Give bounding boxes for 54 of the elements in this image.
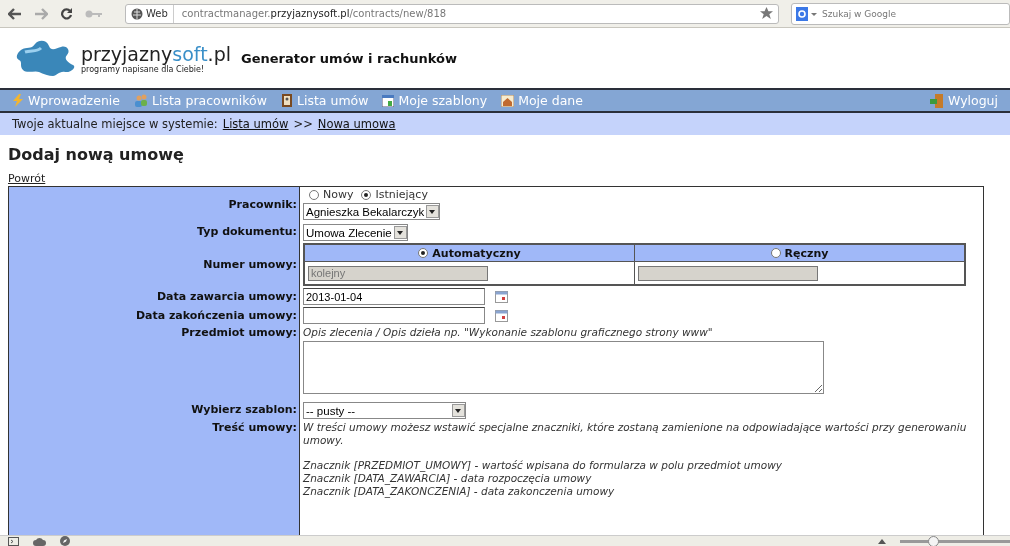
url-text: contractmanager.przyjaznysoft.pl/contracts/new/818 [181, 8, 448, 19]
page-title: Dodaj nową umowę [8, 145, 184, 164]
field-label: Wybierz szablon: [191, 403, 297, 416]
radio-label[interactable]: Istniejący [375, 188, 428, 201]
breadcrumb-label: Twoje aktualne miejsce w systemie: [12, 117, 218, 131]
subject-hint: Opis zlecenia / Opis dzieła np. "Wykonanie szablonu graficznego strony www" [303, 326, 714, 339]
people-icon [133, 94, 148, 107]
content-help-text: W treści umowy możesz wstawić specjalne znaczniki, które zostaną zamienione na odpowiadające wartości przy generowaniu umowy. [303, 421, 968, 447]
globe-icon [131, 7, 143, 20]
table-icon [382, 94, 395, 107]
field-label: Typ dokumentu: [197, 225, 297, 238]
subject-textarea[interactable] [303, 341, 824, 394]
document-type-select[interactable]: Umowa Zlecenie [303, 224, 408, 241]
reload-icon[interactable] [60, 7, 73, 20]
address-bar[interactable]: Web contractmanager.przyjaznysoft.pl/contracts/new/818 [125, 3, 779, 24]
placeholder-tag-description: Znacznik [DATA_ZAKONCZENIA] - data zakonczenia umowy [303, 485, 616, 498]
search-engine-icon[interactable] [796, 6, 818, 21]
placeholder-tag-description: Znacznik [DATA_ZAWARCIA] - data rozpoczęcia umowy [303, 472, 593, 485]
lightning-icon [12, 94, 24, 107]
field-label: Pracownik: [228, 197, 297, 211]
site-chip[interactable]: Web [126, 4, 174, 23]
date-field[interactable]: 2013-01-04 [303, 288, 485, 305]
console-icon[interactable] [8, 536, 19, 546]
up-arrow-icon[interactable] [878, 538, 886, 544]
logo-tagline: programy napisane dla Ciebie! [81, 64, 206, 74]
date-field[interactable] [303, 307, 485, 324]
calendar-icon[interactable] [495, 309, 508, 322]
door-icon [930, 93, 944, 108]
template-select[interactable]: -- pusty -- [303, 402, 466, 419]
search-field[interactable]: Szukaj w Google [791, 2, 1010, 25]
field-label: Treść umowy: [212, 421, 297, 434]
address-book-icon [281, 94, 293, 107]
house-icon [501, 94, 515, 107]
back-icon[interactable] [8, 7, 22, 20]
cloud-icon[interactable] [33, 536, 46, 546]
logo-name: przyjaznysoft.pl [81, 42, 231, 65]
back-link[interactable]: Powrót [8, 172, 46, 185]
field-label: Przedmiot umowy: [181, 326, 297, 339]
field-label: Data zakończenia umowy: [135, 309, 297, 322]
radio-label[interactable]: Nowy [323, 188, 354, 201]
radio-button[interactable] [361, 189, 372, 200]
compass-icon[interactable] [60, 536, 70, 546]
app-title: Generator umów i rachunków [241, 50, 457, 66]
employee-select[interactable]: Agnieszka Bekalarczyk [303, 203, 441, 220]
field-label: Numer umowy: [203, 258, 297, 271]
zoom-slider[interactable] [928, 535, 939, 546]
radio-button[interactable] [309, 189, 319, 200]
placeholder-tag-description: Znacznik [PRZEDMIOT_UMOWY] - wartość wpisana do formularza w polu przedmiot umowy [303, 459, 783, 472]
field-label: Data zawarcia umowy: [156, 290, 297, 303]
calendar-icon[interactable] [495, 290, 508, 303]
breadcrumb-separator: >> [293, 117, 313, 131]
star-icon[interactable] [760, 7, 773, 20]
breadcrumb-link[interactable]: Nowa umowa [317, 117, 396, 131]
breadcrumb-link[interactable]: Lista umów [222, 117, 289, 131]
